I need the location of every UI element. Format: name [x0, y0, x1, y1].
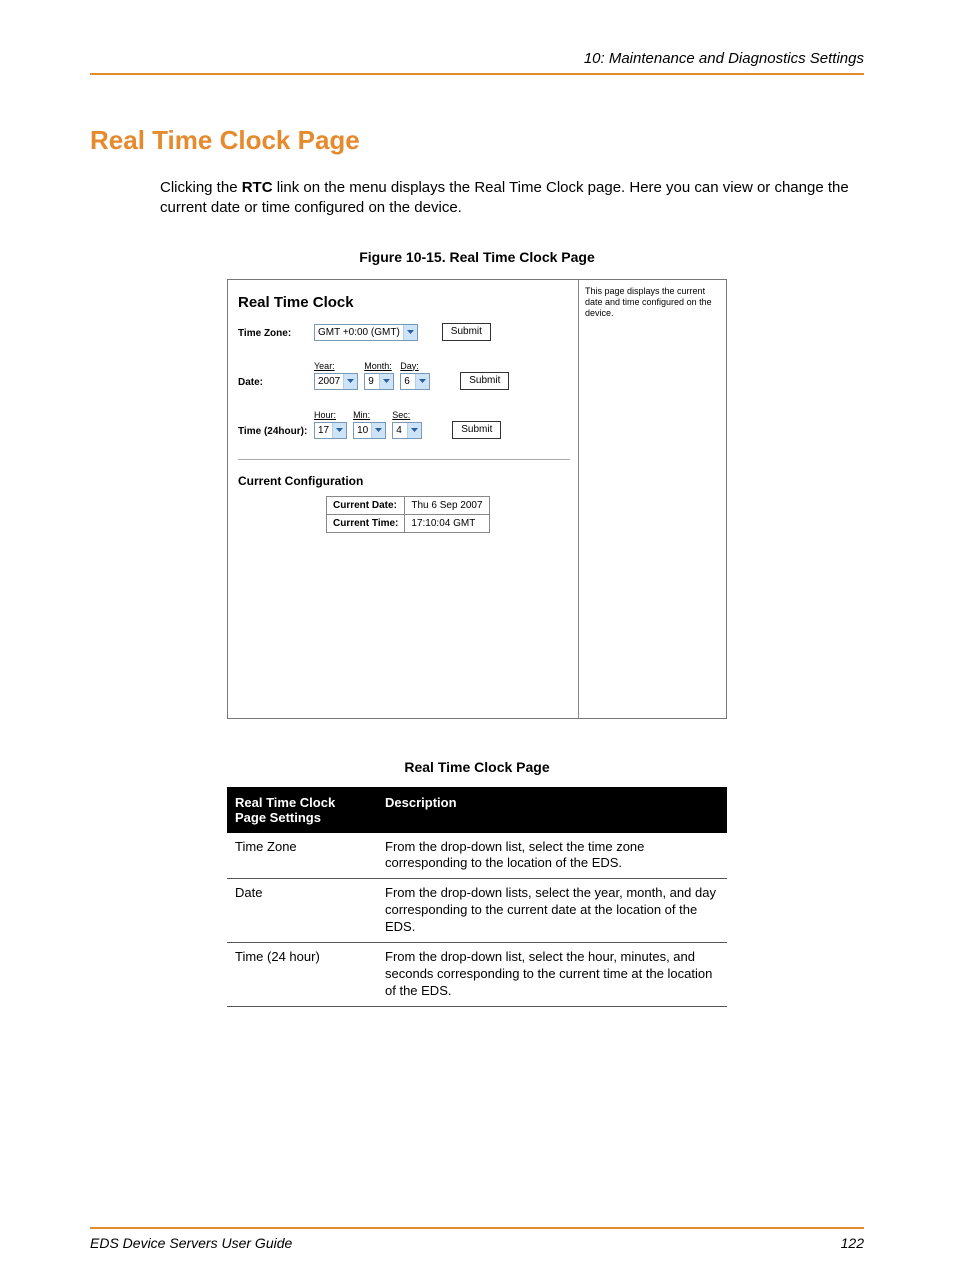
current-date-label: Current Date:	[327, 496, 405, 514]
time-label: Time (24hour):	[238, 426, 314, 439]
current-date-value: Thu 6 Sep 2007	[405, 496, 489, 514]
col1-header: Real Time Clock Page Settings	[227, 788, 377, 832]
timezone-select[interactable]: GMT +0:00 (GMT)	[314, 324, 418, 341]
figure-screenshot: Real Time Clock Time Zone: GMT +0:00 (GM…	[227, 279, 727, 719]
sec-value: 4	[393, 425, 407, 436]
chevron-down-icon	[371, 423, 385, 438]
date-label: Date:	[238, 377, 314, 390]
time-row: Time (24hour): Hour: 17 Min: 10	[238, 410, 570, 439]
sec-header: Sec:	[392, 410, 422, 420]
date-row: Date: Year: 2007 Month: 9 Day:	[238, 361, 570, 390]
rtc-panel-title: Real Time Clock	[238, 290, 570, 323]
current-time-value: 17:10:04 GMT	[405, 514, 489, 532]
intro-paragraph: Clicking the RTC link on the menu displa…	[160, 178, 864, 219]
year-header: Year:	[314, 361, 358, 371]
sec-select[interactable]: 4	[392, 422, 422, 439]
year-select[interactable]: 2007	[314, 373, 358, 390]
current-time-label: Current Time:	[327, 514, 405, 532]
footer-rule	[90, 1227, 864, 1229]
intro-pre: Clicking the	[160, 179, 242, 196]
page-footer: EDS Device Servers User Guide 122	[90, 1235, 864, 1251]
min-select[interactable]: 10	[353, 422, 386, 439]
chevron-down-icon	[379, 374, 393, 389]
hour-select[interactable]: 17	[314, 422, 347, 439]
section-header: 10: Maintenance and Diagnostics Settings	[90, 50, 864, 75]
table-row: Time Zone From the drop-down list, selec…	[227, 832, 727, 879]
timezone-submit-button[interactable]: Submit	[442, 323, 491, 341]
chevron-down-icon	[415, 374, 429, 389]
chevron-down-icon	[343, 374, 357, 389]
date-submit-button[interactable]: Submit	[460, 372, 509, 390]
current-config-table: Current Date: Thu 6 Sep 2007 Current Tim…	[326, 496, 490, 533]
setting-name: Date	[227, 879, 377, 943]
table-row: Time (24 hour) From the drop-down list, …	[227, 942, 727, 1006]
timezone-label: Time Zone:	[238, 328, 314, 341]
setting-name: Time Zone	[227, 832, 377, 879]
divider	[238, 459, 570, 460]
setting-name: Time (24 hour)	[227, 942, 377, 1006]
settings-description-table: Real Time Clock Page Settings Descriptio…	[227, 787, 727, 1007]
month-select[interactable]: 9	[364, 373, 394, 390]
col2-header: Description	[377, 788, 727, 832]
setting-desc: From the drop-down list, select the hour…	[377, 942, 727, 1006]
day-value: 6	[401, 376, 415, 387]
year-value: 2007	[315, 376, 343, 387]
footer-title: EDS Device Servers User Guide	[90, 1235, 292, 1251]
chevron-down-icon	[403, 325, 417, 340]
figure-caption: Figure 10-15. Real Time Clock Page	[90, 249, 864, 265]
month-value: 9	[365, 376, 379, 387]
hour-header: Hour:	[314, 410, 347, 420]
chevron-down-icon	[332, 423, 346, 438]
setting-desc: From the drop-down lists, select the yea…	[377, 879, 727, 943]
min-header: Min:	[353, 410, 386, 420]
chevron-down-icon	[407, 423, 421, 438]
desc-table-caption: Real Time Clock Page	[90, 759, 864, 775]
month-header: Month:	[364, 361, 394, 371]
day-header: Day:	[400, 361, 430, 371]
min-value: 10	[354, 425, 371, 436]
intro-bold: RTC	[242, 179, 273, 196]
current-config-title: Current Configuration	[238, 474, 570, 488]
table-row: Current Date: Thu 6 Sep 2007	[327, 496, 490, 514]
hour-value: 17	[315, 425, 332, 436]
table-row: Date From the drop-down lists, select th…	[227, 879, 727, 943]
page-number: 122	[841, 1235, 864, 1251]
page-title: Real Time Clock Page	[90, 125, 864, 156]
help-sidebar: This page displays the current date and …	[578, 280, 726, 718]
time-submit-button[interactable]: Submit	[452, 421, 501, 439]
table-row: Current Time: 17:10:04 GMT	[327, 514, 490, 532]
timezone-value: GMT +0:00 (GMT)	[315, 327, 403, 338]
timezone-row: Time Zone: GMT +0:00 (GMT) Submit	[238, 323, 570, 341]
day-select[interactable]: 6	[400, 373, 430, 390]
setting-desc: From the drop-down list, select the time…	[377, 832, 727, 879]
